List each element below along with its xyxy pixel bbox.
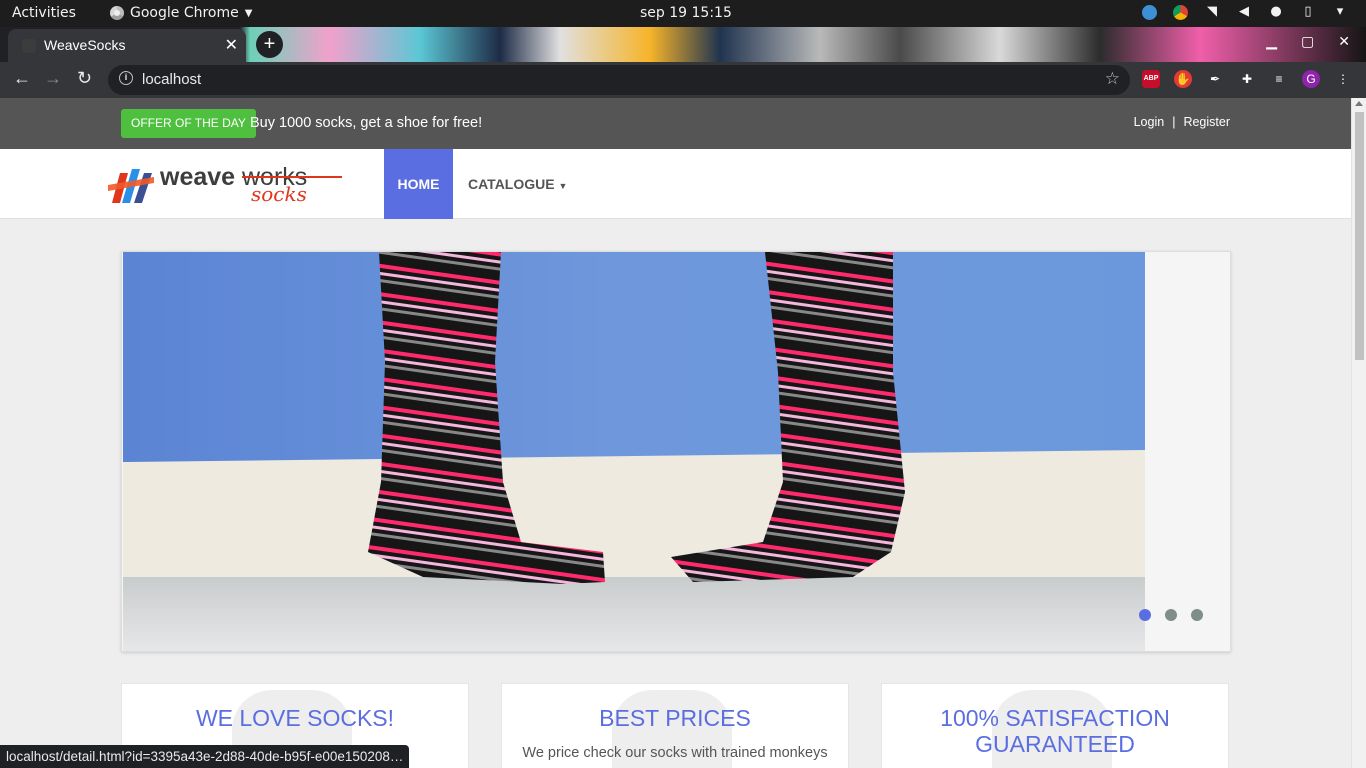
stop-hand-icon[interactable]: ✋ bbox=[1174, 70, 1192, 88]
browser-toolbar: ← → ↻ i localhost ☆ ABP ✋ ✒ ✚ ≡ G ⋮ bbox=[0, 62, 1366, 98]
nav-catalogue-dropdown[interactable]: CATALOGUE ▼ bbox=[468, 149, 567, 219]
address-bar[interactable]: i localhost ☆ bbox=[108, 65, 1130, 95]
logo-socks-text: socks bbox=[251, 182, 307, 206]
register-link[interactable]: Register bbox=[1183, 115, 1230, 129]
activities-button[interactable]: Activities bbox=[12, 5, 76, 21]
reload-icon[interactable]: ↻ bbox=[77, 68, 92, 89]
url-text[interactable]: localhost bbox=[142, 71, 201, 88]
app-menu[interactable]: Google Chrome ▼ bbox=[110, 5, 252, 21]
feather-icon[interactable]: ✒ bbox=[1206, 70, 1224, 88]
close-tab-icon[interactable]: ✕ bbox=[225, 35, 238, 55]
nav-home-link[interactable]: HOME bbox=[384, 149, 453, 219]
feature-title: BEST PRICES bbox=[599, 705, 751, 731]
feature-card-best-prices: BEST PRICES We price check our socks wit… bbox=[501, 683, 849, 768]
maximize-icon[interactable]: ▢ bbox=[1301, 33, 1314, 50]
system-tray[interactable]: ◥ ◀ ● ▯ ▾ bbox=[1142, 4, 1348, 20]
auth-separator: | bbox=[1172, 115, 1176, 129]
web-page: OFFER OF THE DAY Buy 1000 socks, get a s… bbox=[0, 98, 1351, 768]
main-navbar: weave works socks HOME CATALOGUE ▼ bbox=[0, 149, 1351, 219]
app-name: Google Chrome bbox=[130, 5, 239, 21]
back-arrow-icon[interactable]: ← bbox=[13, 68, 31, 89]
window-controls: ▁ ▢ ✕ bbox=[1266, 33, 1350, 50]
adblock-plus-icon[interactable]: ABP bbox=[1142, 70, 1160, 88]
volume-icon[interactable]: ◀ bbox=[1236, 4, 1252, 20]
media-queue-icon[interactable]: ≡ bbox=[1270, 70, 1288, 88]
new-tab-button[interactable]: + bbox=[256, 31, 283, 58]
tab-title: WeaveSocks bbox=[44, 37, 126, 53]
clock[interactable]: sep 19 15:15 bbox=[640, 5, 732, 21]
feature-card-satisfaction: 100% SATISFACTION GUARANTEED bbox=[881, 683, 1229, 768]
favicon-icon bbox=[22, 39, 36, 53]
logo-graphic: weave works socks bbox=[108, 163, 342, 206]
scrollbar-thumb[interactable] bbox=[1355, 112, 1364, 360]
extensions-area: ABP ✋ ✒ ✚ ≡ G ⋮ bbox=[1142, 70, 1352, 88]
forward-arrow-icon[interactable]: → bbox=[44, 68, 62, 89]
wifi-icon[interactable]: ◥ bbox=[1204, 4, 1220, 20]
offer-badge-button[interactable]: OFFER OF THE DAY bbox=[121, 109, 256, 138]
chrome-tray-icon[interactable] bbox=[1173, 4, 1188, 20]
info-icon[interactable]: i bbox=[119, 71, 133, 85]
bookmark-star-icon[interactable]: ☆ bbox=[1105, 69, 1120, 89]
hero-image-striped-socks bbox=[123, 252, 1145, 651]
caret-down-icon: ▼ bbox=[558, 181, 568, 191]
offer-text: Buy 1000 socks, get a shoe for free! bbox=[250, 115, 483, 131]
close-window-icon[interactable]: ✕ bbox=[1338, 33, 1350, 50]
system-top-bar: Activities Google Chrome ▼ sep 19 15:15 … bbox=[0, 0, 1366, 27]
puzzle-extensions-icon[interactable]: ✚ bbox=[1238, 70, 1256, 88]
minimize-icon[interactable]: ▁ bbox=[1266, 33, 1277, 50]
scroll-up-icon[interactable] bbox=[1355, 101, 1363, 106]
chevron-down-icon[interactable]: ▾ bbox=[1332, 4, 1348, 20]
auth-links: Login | Register bbox=[1134, 115, 1230, 129]
telegram-icon[interactable] bbox=[1142, 4, 1157, 20]
carousel-dot-2[interactable] bbox=[1165, 609, 1177, 621]
link-status-bar: localhost/detail.html?id=3395a43e-2d88-4… bbox=[0, 745, 410, 768]
feature-title: 100% SATISFACTION GUARANTEED bbox=[940, 705, 1170, 757]
tab-weavesocks[interactable]: WeaveSocks ✕ bbox=[8, 29, 246, 62]
hero-carousel[interactable] bbox=[121, 251, 1231, 652]
carousel-dot-1[interactable] bbox=[1139, 609, 1151, 621]
page-scrollbar[interactable] bbox=[1351, 98, 1366, 768]
battery-icon[interactable]: ▯ bbox=[1300, 4, 1316, 20]
logo-weave-text: weave bbox=[159, 163, 235, 191]
weaveworks-socks-logo[interactable]: weave works socks bbox=[106, 159, 346, 209]
feature-title: WE LOVE SOCKS! bbox=[195, 705, 395, 731]
feature-text: We price check our socks with trained mo… bbox=[522, 745, 828, 761]
chrome-icon bbox=[110, 6, 124, 20]
carousel-indicators bbox=[1139, 609, 1203, 621]
carousel-dot-3[interactable] bbox=[1191, 609, 1203, 621]
nav-catalogue-label: CATALOGUE bbox=[468, 176, 555, 192]
chevron-down-icon: ▼ bbox=[244, 7, 253, 19]
kebab-menu-icon[interactable]: ⋮ bbox=[1334, 70, 1352, 88]
profile-avatar[interactable]: G bbox=[1302, 70, 1320, 88]
microphone-icon[interactable]: ● bbox=[1268, 4, 1284, 20]
login-link[interactable]: Login bbox=[1134, 115, 1165, 129]
offer-bar: OFFER OF THE DAY Buy 1000 socks, get a s… bbox=[0, 98, 1351, 149]
tab-strip: WeaveSocks ✕ + ▁ ▢ ✕ bbox=[0, 27, 1366, 62]
